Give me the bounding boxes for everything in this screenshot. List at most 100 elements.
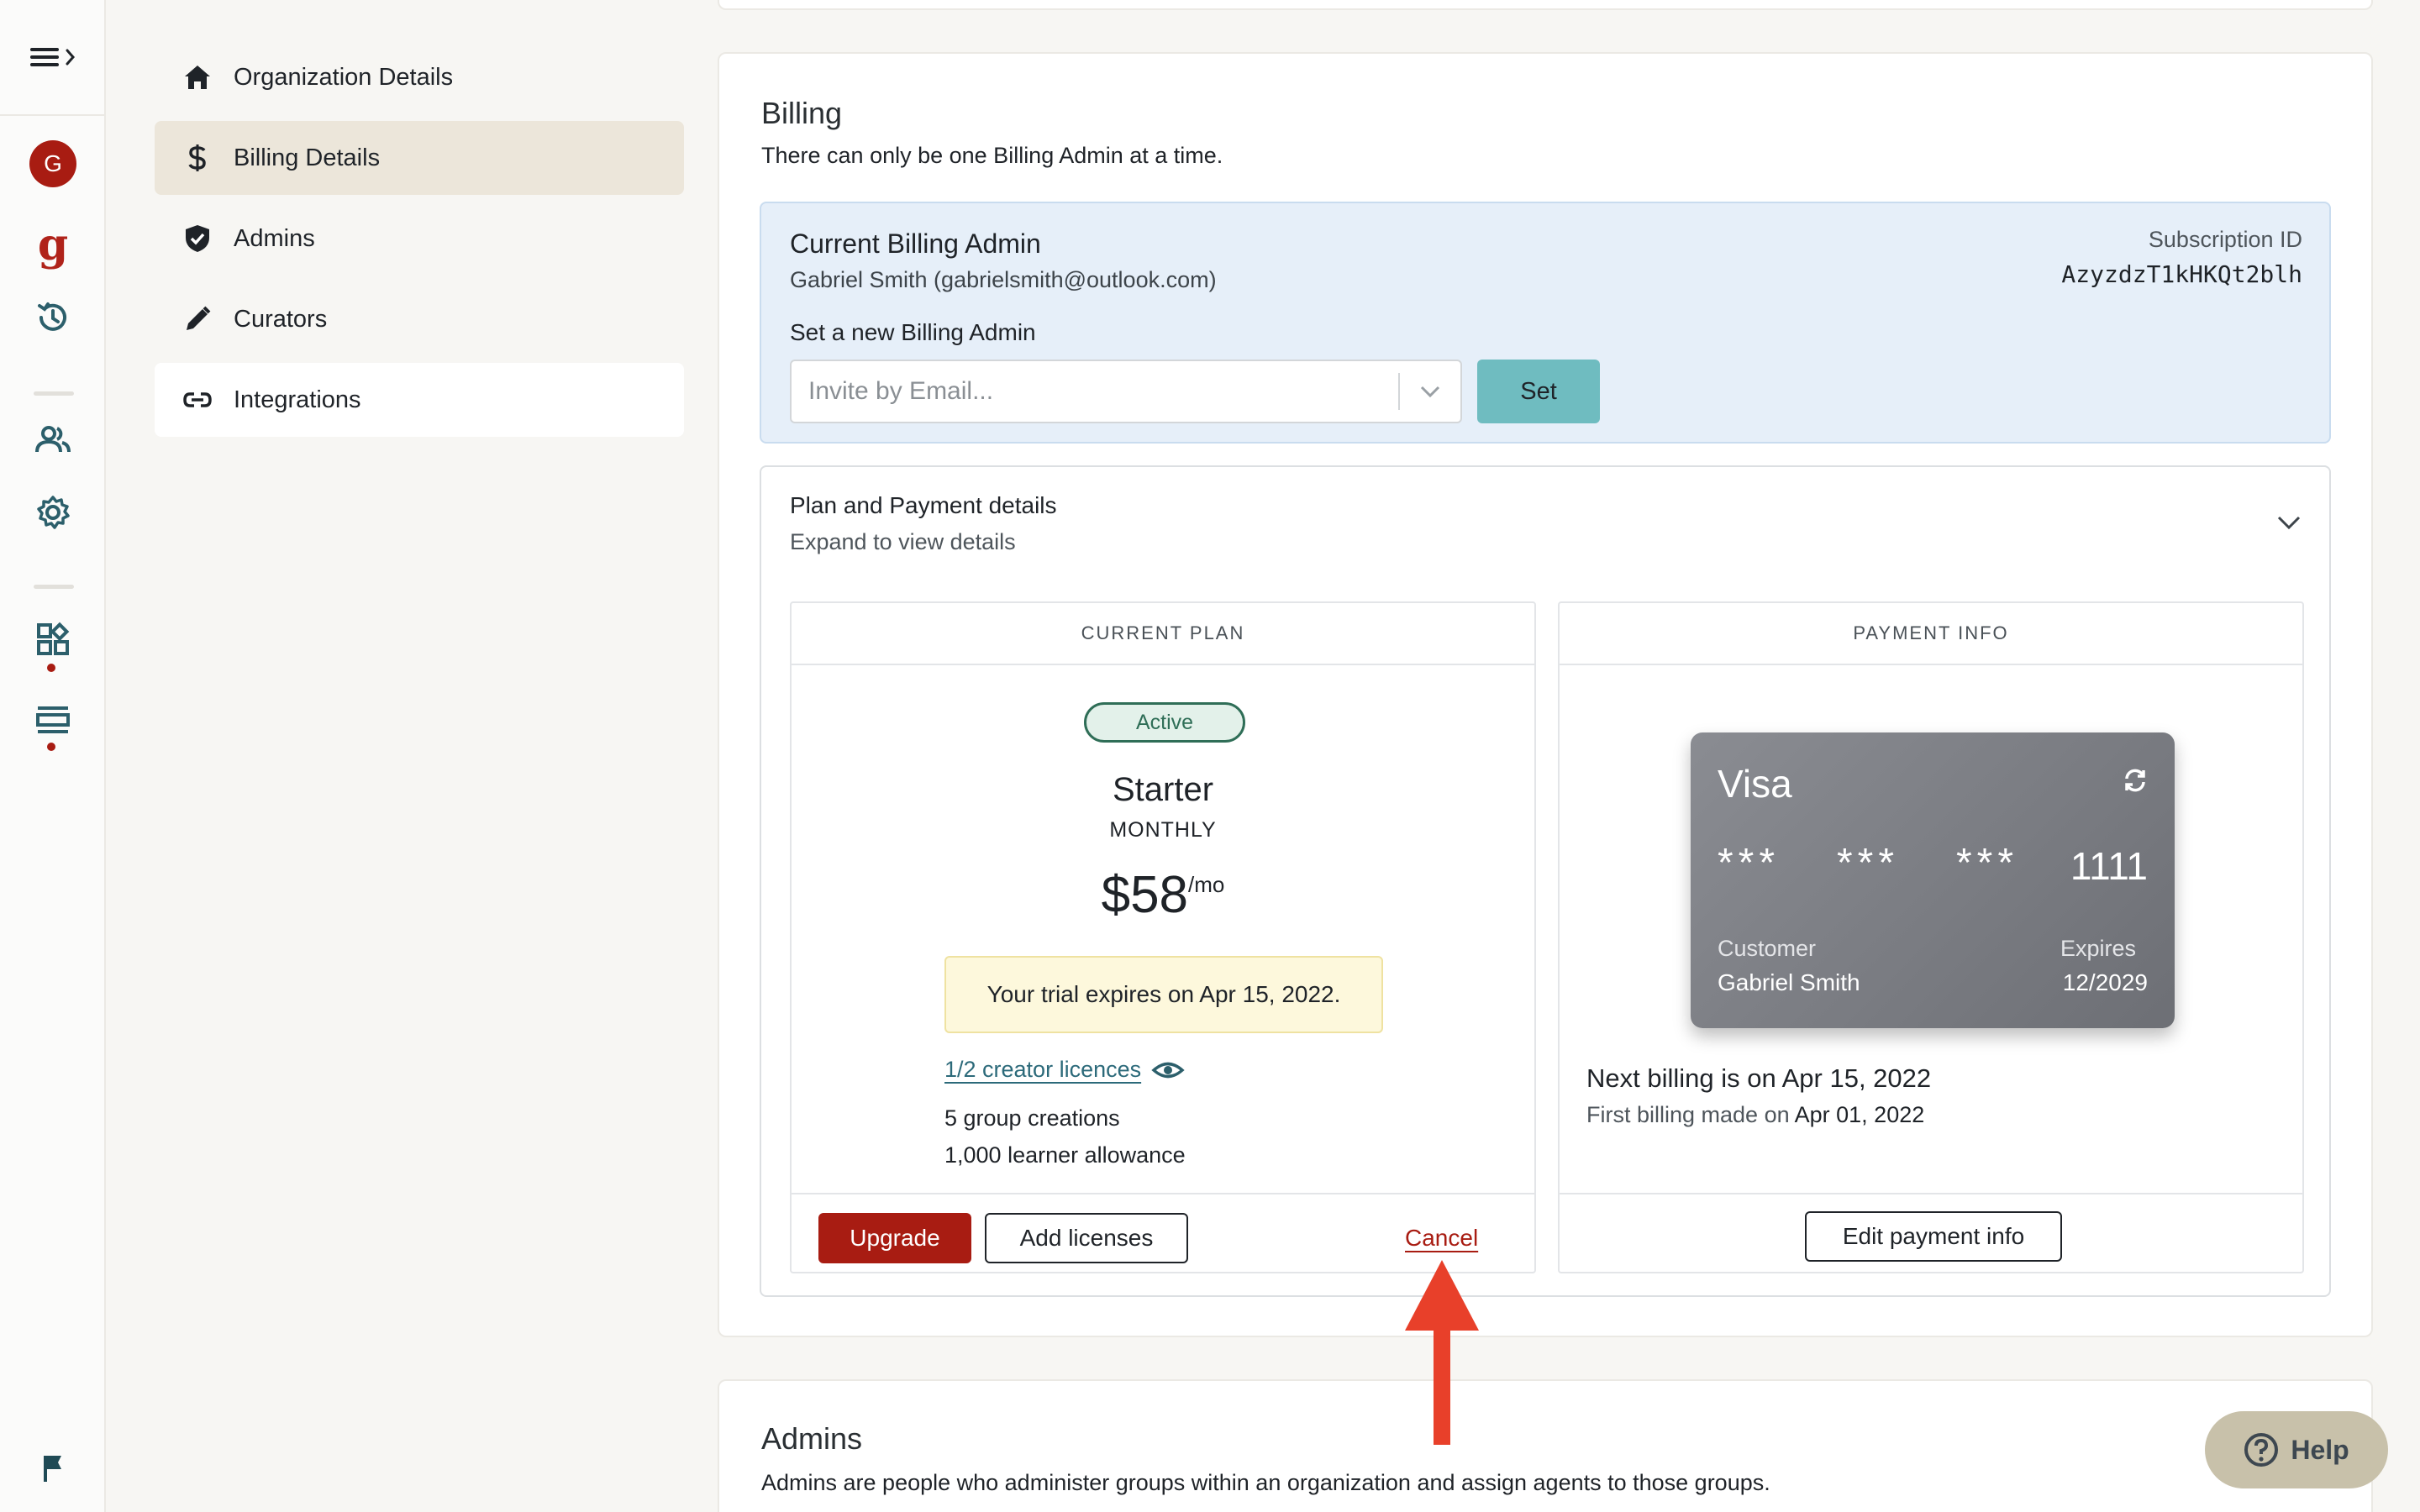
email-invite-select[interactable] bbox=[790, 360, 1462, 423]
nav-item-billing-details[interactable]: Billing Details bbox=[155, 121, 684, 195]
notification-dot bbox=[47, 664, 55, 672]
card-brand: Visa bbox=[1718, 762, 1792, 806]
current-admin-value: Gabriel Smith (gabrielsmith@outlook.com) bbox=[790, 267, 1217, 292]
org-avatar-item[interactable]: G bbox=[0, 139, 106, 188]
home-logo-item[interactable]: g bbox=[0, 220, 106, 270]
nav-item-label: Organization Details bbox=[234, 63, 454, 91]
set-admin-button[interactable]: Set bbox=[1477, 360, 1600, 423]
next-billing-prefix: Next billing is on bbox=[1586, 1063, 1776, 1093]
edit-payment-button[interactable]: Edit payment info bbox=[1805, 1211, 2062, 1262]
admins-subtitle: Admins are people who administer groups … bbox=[761, 1470, 1770, 1495]
plan-payment-panel: Plan and Payment details Expand to view … bbox=[760, 465, 2331, 1297]
email-invite-input[interactable] bbox=[792, 361, 1398, 422]
nav-item-label: Admins bbox=[234, 224, 315, 252]
payment-info-header: PAYMENT INFO bbox=[1560, 603, 2302, 665]
people-item[interactable] bbox=[0, 420, 106, 460]
notification-dot bbox=[47, 743, 55, 751]
card-last-four: 1111 bbox=[2070, 844, 2148, 888]
settings-item[interactable] bbox=[0, 492, 106, 533]
plan-subheading: Expand to view details bbox=[790, 529, 1016, 554]
rail-separator bbox=[34, 585, 74, 589]
customer-name: Gabriel Smith bbox=[1718, 969, 1860, 995]
report-item[interactable] bbox=[0, 1450, 106, 1487]
plan-price-unit: /mo bbox=[1188, 872, 1225, 897]
nav-item-integrations[interactable]: Integrations bbox=[155, 363, 684, 437]
link-icon bbox=[180, 382, 215, 417]
licences-link[interactable]: 1/2 creator licences bbox=[944, 1057, 1141, 1083]
list-icon bbox=[36, 706, 70, 733]
add-licenses-button[interactable]: Add licenses bbox=[985, 1213, 1188, 1263]
rail-divider bbox=[0, 114, 106, 116]
gear-icon bbox=[37, 496, 70, 529]
plan-price-row: $58/mo bbox=[792, 865, 1534, 925]
apps-grid-icon bbox=[37, 622, 70, 655]
chevron-down-icon[interactable] bbox=[1400, 384, 1460, 399]
plan-name: Starter bbox=[1112, 771, 1214, 808]
first-billing-date: Apr 01, 2022 bbox=[1794, 1102, 1925, 1127]
nav-item-label: Billing Details bbox=[234, 144, 381, 171]
plan-price: $58 bbox=[1101, 866, 1189, 924]
shield-icon bbox=[180, 221, 215, 256]
help-label: Help bbox=[2291, 1434, 2349, 1465]
next-billing-date: Apr 15, 2022 bbox=[1781, 1063, 1932, 1093]
hamburger-icon bbox=[30, 48, 75, 66]
expires-value: 12/2029 bbox=[2062, 969, 2148, 995]
refresh-icon[interactable] bbox=[2121, 766, 2149, 799]
licences-row: 1/2 creator licences bbox=[944, 1057, 1185, 1083]
flag-icon bbox=[44, 1456, 61, 1482]
history-item[interactable] bbox=[0, 297, 106, 338]
subscription-id-value: AzyzdzT1kHKQt2blh bbox=[2061, 260, 2302, 288]
brand-logo: g bbox=[37, 219, 69, 270]
previous-section-card bbox=[718, 0, 2373, 10]
admins-title: Admins bbox=[761, 1421, 863, 1456]
billing-title: Billing bbox=[761, 96, 843, 130]
expires-label: Expires bbox=[2060, 936, 2136, 961]
eye-icon[interactable] bbox=[1151, 1058, 1185, 1083]
first-billing: First billing made on Apr 01, 2022 bbox=[1586, 1102, 1924, 1128]
icon-rail: G g bbox=[0, 0, 106, 1512]
menu-toggle-button[interactable] bbox=[0, 39, 106, 76]
customer-label: Customer bbox=[1718, 936, 1817, 961]
current-plan-header: CURRENT PLAN bbox=[792, 603, 1534, 665]
home-icon bbox=[180, 60, 215, 95]
nav-item-label: Curators bbox=[234, 305, 328, 333]
help-button[interactable]: Help bbox=[2205, 1411, 2388, 1488]
apps-item[interactable] bbox=[0, 620, 106, 659]
billing-subtitle: There can only be one Billing Admin at a… bbox=[761, 143, 1223, 168]
chevron-down-icon[interactable] bbox=[2274, 512, 2304, 537]
first-billing-prefix: First billing made on bbox=[1586, 1102, 1790, 1127]
payment-info-panel: PAYMENT INFO Visa *** *** *** 1111 Custo… bbox=[1558, 601, 2304, 1273]
trial-notice: Your trial expires on Apr 15, 2022. bbox=[944, 956, 1383, 1033]
payment-actions: Edit payment info bbox=[1560, 1193, 2302, 1272]
nav-item-admins[interactable]: Admins bbox=[155, 202, 684, 276]
nav-item-label: Integrations bbox=[234, 386, 361, 413]
plan-heading: Plan and Payment details bbox=[790, 492, 1057, 518]
question-circle-icon bbox=[2244, 1433, 2279, 1467]
card-mask-2: *** bbox=[1837, 841, 1900, 885]
nav-item-organization-details[interactable]: Organization Details bbox=[155, 40, 684, 114]
cancel-subscription-link[interactable]: Cancel bbox=[1405, 1225, 1478, 1252]
group-creations: 5 group creations bbox=[944, 1105, 1120, 1131]
list-item-nav[interactable] bbox=[0, 702, 106, 739]
subscription-id-label: Subscription ID bbox=[2148, 227, 2302, 252]
people-icon bbox=[35, 426, 71, 453]
nav-item-curators[interactable]: Curators bbox=[155, 282, 684, 356]
card-mask-3: *** bbox=[1956, 841, 2019, 885]
billing-admin-panel: Current Billing Admin Gabriel Smith (gab… bbox=[760, 202, 2331, 444]
history-icon bbox=[38, 302, 66, 331]
dollar-icon bbox=[180, 140, 215, 176]
upgrade-button[interactable]: Upgrade bbox=[818, 1213, 971, 1263]
status-badge: Active bbox=[1084, 702, 1245, 743]
card-mask-1: *** bbox=[1718, 841, 1781, 885]
credit-card: Visa *** *** *** 1111 Customer Gabriel S… bbox=[1691, 732, 2175, 1028]
plan-period: MONTHLY bbox=[1109, 818, 1217, 842]
current-admin-heading: Current Billing Admin bbox=[790, 228, 1041, 259]
set-admin-label: Set a new Billing Admin bbox=[790, 319, 1036, 345]
current-plan-panel: CURRENT PLAN Active Starter MONTHLY $58/… bbox=[790, 601, 1536, 1273]
learner-allowance: 1,000 learner allowance bbox=[944, 1142, 1186, 1168]
pencil-icon bbox=[180, 302, 215, 337]
rail-separator bbox=[34, 391, 74, 396]
avatar: G bbox=[29, 140, 76, 187]
annotation-arrow bbox=[1405, 1260, 1479, 1445]
admins-card: Admins Admins are people who administer … bbox=[718, 1379, 2373, 1512]
